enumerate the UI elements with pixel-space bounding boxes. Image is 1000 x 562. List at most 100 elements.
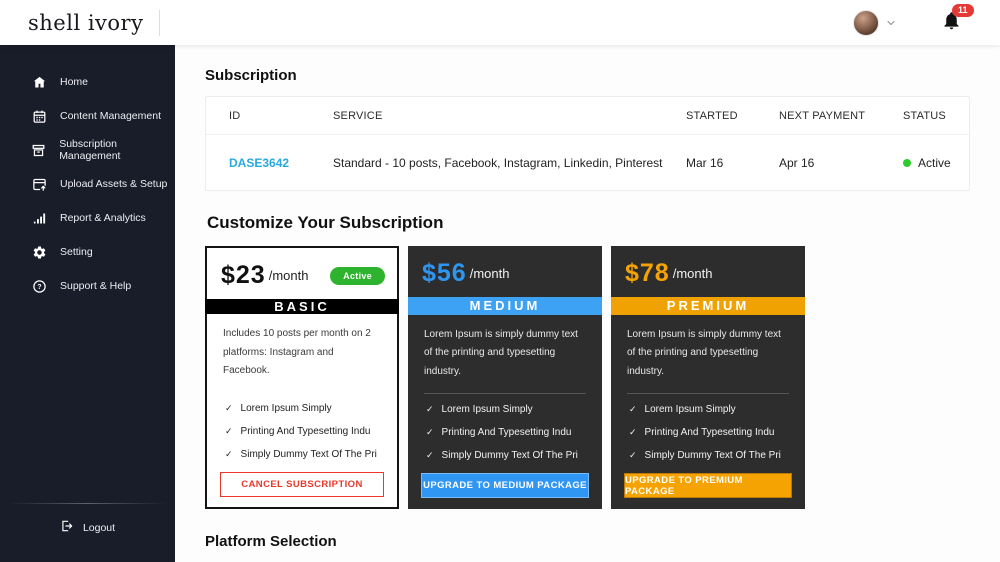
sidebar-item-home[interactable]: Home [0,65,175,99]
started-cell: Mar 16 [686,155,724,170]
svg-text:?: ? [37,284,41,291]
feature-label: Printing And Typesetting Indu [644,427,775,438]
col-header-started: STARTED [686,109,738,122]
price-row: $23 /month Active [207,248,397,299]
sidebar: Home Content Management Subscription Man… [0,45,175,562]
plan-name-band: BASIC [205,299,399,314]
feature-label: Simply Dummy Text Of The Pri [441,450,578,461]
active-badge: Active [330,266,385,285]
archive-icon [31,142,46,158]
feature-label: Lorem Ipsum Simply [644,404,736,415]
feature-label: Lorem Ipsum Simply [441,404,533,415]
subscription-id-link[interactable]: DASE3642 [229,156,333,170]
upgrade-premium-button[interactable]: UPGRADE TO PREMIUM PACKAGE [624,473,792,498]
chevron-down-icon[interactable] [885,17,897,29]
sidebar-item-setting[interactable]: Setting [0,235,175,269]
check-icon: ✓ [629,404,637,414]
table-header-row: ID SERVICE STARTED NEXT PAYMENT STATUS [206,97,969,135]
feature-item: ✓ Simply Dummy Text Of The Pri [225,449,383,460]
sidebar-item-label: Setting [60,246,93,258]
customize-title: Customize Your Subscription [207,213,444,232]
col-header-status: STATUS [903,109,946,122]
plan-period: /month [469,266,510,281]
feature-item: ✓ Simply Dummy Text Of The Pri [426,450,588,461]
plan-period: /month [268,268,309,283]
check-icon: ✓ [225,402,233,413]
check-icon: ✓ [426,404,434,414]
col-header-service: SERVICE [333,109,383,122]
feature-label: Printing And Typesetting Indu [441,427,572,438]
check-icon: ✓ [629,427,637,437]
plan-features: ✓ Lorem Ipsum Simply ✓ Printing And Typese… [207,401,397,472]
pricing-cards: $23 /month Active BASIC Includes 10 post… [205,246,805,509]
status-dot [903,158,911,167]
logo-divider [159,9,161,36]
check-icon: ✓ [426,427,434,437]
sidebar-item-upload-assets[interactable]: Upload Assets & Setup [0,167,175,201]
sidebar-item-label: Home [60,76,89,88]
help-icon: ? [31,278,47,294]
feature-item: ✓ Printing And Typesetting Indu [629,427,791,438]
status-cell: Active [903,156,969,170]
sidebar-item-label: Support & Help [60,280,132,292]
sidebar-item-subscription-management[interactable]: Subscription Management [0,133,175,167]
card-divider [627,393,789,394]
feature-label: Simply Dummy Text Of The Pri [240,448,377,460]
plan-description: Lorem Ipsum is simply dummy text of the … [627,328,781,377]
col-header-next-payment: NEXT PAYMENT [779,109,866,122]
sidebar-divider [8,503,167,504]
table-row: DASE3642 Standard - 10 posts, Facebook, … [206,135,969,190]
plan-price: $56 [422,259,467,287]
status-badge: Active [918,155,951,170]
sidebar-item-support-help[interactable]: ? Support & Help [0,269,175,303]
logout-label: Logout [82,521,116,534]
price-row: $78 /month [611,246,805,297]
feature-item: ✓ Printing And Typesetting Indu [426,427,588,438]
plan-description: Includes 10 posts per month on 2 platfor… [223,328,371,376]
subscription-title: Subscription [205,67,297,84]
feature-item: ✓ Lorem Ipsum Simply [225,403,383,414]
feature-label: Lorem Ipsum Simply [240,402,332,414]
plan-period: /month [672,266,713,281]
feature-label: Simply Dummy Text Of The Pri [644,450,781,461]
upload-icon [31,176,47,192]
plan-card-medium: $56 /month MEDIUM Lorem Ipsum is simply … [408,246,602,509]
check-icon: ✓ [629,450,637,460]
avatar[interactable] [853,9,879,36]
main-content: Subscription ID SERVICE STARTED NEXT PAY… [175,45,1000,562]
col-header-id: ID [229,109,241,122]
notifications-button[interactable]: 11 [941,3,974,36]
plan-card-premium: $78 /month PREMIUM Lorem Ipsum is simply… [611,246,805,509]
feature-item: ✓ Printing And Typesetting Indu [225,426,383,437]
sidebar-item-content-management[interactable]: Content Management [0,99,175,133]
home-icon [31,74,47,90]
sidebar-item-label: Subscription Management [59,138,121,162]
plan-price: $78 [625,259,670,287]
feature-item: ✓ Simply Dummy Text Of The Pri [629,450,791,461]
upgrade-medium-button[interactable]: UPGRADE TO MEDIUM PACKAGE [421,473,589,498]
plan-description: Lorem Ipsum is simply dummy text of the … [424,328,578,377]
cancel-subscription-button[interactable]: CANCEL SUBSCRIPTION [220,471,384,497]
plan-features: ✓ Lorem Ipsum Simply ✓ Printing And Typese… [408,402,602,473]
logout-button[interactable]: Logout [0,519,175,536]
gear-icon [31,244,47,260]
sidebar-item-label: Content Management [60,110,161,122]
app-logo: shell ivory [28,10,144,35]
subscription-table: ID SERVICE STARTED NEXT PAYMENT STATUS D… [205,96,970,191]
platform-selection-title: Platform Selection [205,533,337,550]
calendar-icon [31,108,47,124]
feature-item: ✓ Lorem Ipsum Simply [426,404,588,415]
bar-chart-icon [31,210,47,226]
card-divider [424,393,586,394]
feature-item: ✓ Lorem Ipsum Simply [629,404,791,415]
plan-price: $23 [221,261,266,289]
next-payment-cell: Apr 16 [779,155,815,170]
top-header: shell ivory 11 [0,0,1000,45]
sidebar-item-report-analytics[interactable]: Report & Analytics [0,201,175,235]
plan-name-band: PREMIUM [611,297,805,315]
sidebar-item-label: Report & Analytics [60,212,146,224]
notification-badge: 11 [952,3,974,17]
check-icon: ✓ [225,448,233,459]
feature-label: Printing And Typesetting Indu [240,425,371,437]
logout-icon [60,519,74,536]
